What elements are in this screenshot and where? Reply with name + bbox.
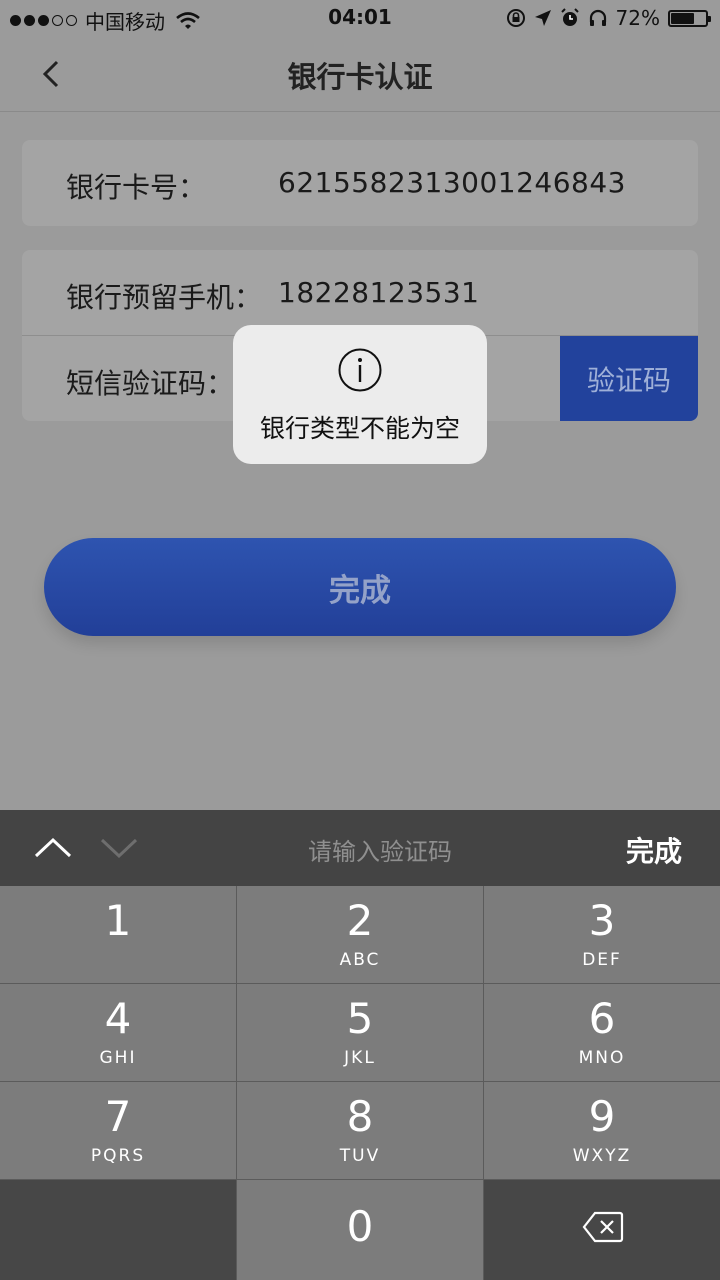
get-code-button[interactable]: 验证码 [560,336,698,421]
keyboard-toolbar: 请输入验证码 完成 [0,810,720,886]
card-number-input[interactable]: 6215582313001246843 [278,166,626,199]
key-5[interactable]: 5 JKL [237,984,483,1081]
rotation-lock-icon [506,9,525,27]
battery-percent: 72% [615,6,660,30]
navigation-bar: 银行卡认证 [0,36,720,112]
key-letters: ABC [339,950,381,970]
battery-icon [668,9,711,27]
key-number: 9 [588,1092,616,1141]
key-number: 3 [588,896,616,945]
key-number: 2 [346,896,374,945]
info-icon [338,348,382,392]
delete-key[interactable] [484,1180,720,1280]
key-9[interactable]: 9 WXYZ [484,1082,720,1179]
key-0[interactable]: 0 [237,1180,483,1280]
key-3[interactable]: 3 DEF [484,886,720,983]
card-number-label: 银行卡号： [66,171,207,204]
key-letters: JKL [344,1048,376,1068]
key-7[interactable]: 7 PQRS [0,1082,236,1179]
key-letters: MNO [578,1048,626,1068]
location-icon [534,10,551,26]
key-6[interactable]: 6 MNO [484,984,720,1081]
backspace-icon [582,1211,624,1243]
key-number: 1 [104,896,132,945]
toast-message: 银行类型不能为空 [259,414,460,443]
alarm-icon [560,8,579,26]
key-1[interactable]: 1 [0,886,236,983]
card-number-card: 银行卡号： 6215582313001246843 [22,140,698,226]
key-number: 7 [104,1092,132,1141]
key-letters: PQRS [90,1146,146,1166]
submit-button[interactable]: 完成 [44,538,676,636]
key-number: 8 [346,1092,374,1141]
key-8[interactable]: 8 TUV [237,1082,483,1179]
battery-level [671,12,695,24]
keyboard-done-button[interactable]: 完成 [626,830,682,870]
headphones-icon [589,9,606,26]
status-bar: 中国移动 04:01 72% [0,0,720,36]
error-toast: 银行类型不能为空 [233,325,487,464]
sms-code-label: 短信验证码： [66,367,235,400]
status-right: 72% [506,6,711,30]
key-letters: GHI [99,1048,137,1068]
key-blank [0,1180,236,1280]
key-number: 0 [346,1202,374,1251]
page-title: 银行卡认证 [287,60,433,94]
key-4[interactable]: 4 GHI [0,984,236,1081]
key-letters: DEF [582,950,622,970]
key-number: 6 [588,994,616,1043]
phone-row[interactable]: 银行预留手机： 18228123531 [22,250,698,335]
phone-label: 银行预留手机： [66,281,263,314]
key-letters: TUV [339,1146,381,1166]
key-number: 5 [346,994,374,1043]
phone-input[interactable]: 18228123531 [278,276,479,309]
card-number-row[interactable]: 银行卡号： 6215582313001246843 [22,140,698,225]
key-number: 4 [104,994,132,1043]
key-2[interactable]: 2 ABC [237,886,483,983]
key-letters: WXYZ [572,1146,632,1166]
keyboard-field-placeholder: 请输入验证码 [308,838,452,866]
numeric-keypad: 1 2 ABC 3 DEF 4 GHI 5 JKL 6 MNO 7 PQRS 8… [0,886,720,1280]
